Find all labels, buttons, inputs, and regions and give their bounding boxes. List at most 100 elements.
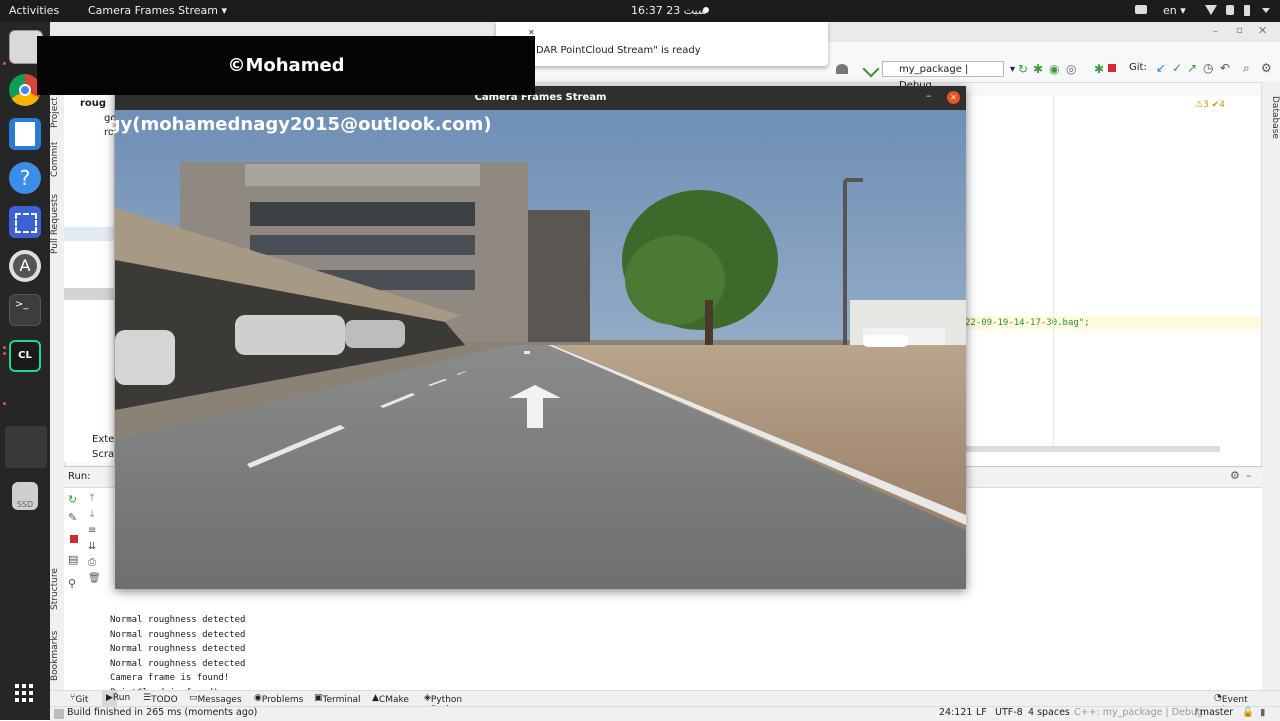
stop-icon[interactable]	[1108, 64, 1116, 72]
camera-close-icon[interactable]: ✕	[947, 91, 960, 104]
tab-commit[interactable]: Commit	[50, 136, 64, 182]
tab-terminal-label: Terminal	[322, 695, 361, 705]
file-encoding[interactable]: UTF-8	[995, 707, 1023, 718]
disk-label: SSD	[16, 500, 34, 509]
console-line: Normal roughness detected	[110, 629, 246, 640]
hide-panel-icon[interactable]: –	[1246, 469, 1252, 482]
console-output[interactable]: Normal roughness detected Normal roughne…	[110, 613, 245, 701]
clion-icon[interactable]: CL	[9, 340, 41, 372]
stop-icon[interactable]	[70, 535, 78, 543]
attach-icon[interactable]: ✱	[1094, 62, 1104, 76]
tab-messages[interactable]: ▭ Messages	[189, 693, 242, 705]
memory-indicator-icon[interactable]: ▮	[1260, 707, 1265, 718]
resolve-context[interactable]: C++: my_package | Debug	[1074, 707, 1203, 718]
layout-toggle-icon[interactable]	[54, 709, 64, 719]
wrench-icon[interactable]: ✎	[68, 511, 82, 531]
camera-minimize-icon[interactable]: –	[926, 89, 932, 102]
indent-setting[interactable]: 4 spaces	[1028, 707, 1070, 718]
tab-messages-label: Messages	[197, 695, 242, 705]
tab-cmake[interactable]: ▲ CMake	[372, 693, 409, 705]
close-icon[interactable]: ✕	[1258, 24, 1267, 37]
up-arrow-icon[interactable]: ↑	[88, 493, 102, 509]
maximize-icon[interactable]: ▫	[1236, 25, 1243, 36]
search-icon[interactable]: ⌕	[1243, 61, 1250, 76]
system-menu-icon[interactable]	[1262, 8, 1270, 13]
copyright-watermark: ©Mohamed Nagy(mohamednagy2015@outlook.co…	[37, 36, 535, 135]
inspection-widget[interactable]: ⚠3 ✔4	[1195, 100, 1225, 110]
app-grid-icon[interactable]	[15, 684, 35, 704]
user-icon[interactable]	[836, 64, 848, 74]
status-message[interactable]: Build finished in 265 ms (moments ago)	[67, 707, 257, 718]
tab-git-label: Git	[75, 695, 89, 705]
tab-database[interactable]: Database	[1262, 92, 1280, 142]
camera-frame-view	[115, 110, 966, 589]
minimize-icon[interactable]: –	[1213, 26, 1218, 37]
terminal-icon[interactable]: >_	[9, 294, 41, 326]
tab-todo-label: TODO	[151, 695, 178, 705]
scroll-end-icon[interactable]: ⇊	[88, 541, 102, 557]
console-line: Camera frame is found!	[110, 673, 230, 684]
line-ending[interactable]: LF	[976, 707, 987, 718]
git-push-icon[interactable]: ↗	[1187, 61, 1197, 75]
rerun-icon[interactable]: ↻	[68, 493, 82, 511]
clock[interactable]: 16:37 23 سبت	[631, 4, 707, 17]
tab-python-packages[interactable]: ◈ Python Packages	[424, 693, 473, 715]
help-icon[interactable]: ?	[9, 162, 41, 194]
volume-icon[interactable]	[1226, 5, 1234, 15]
screenshot-icon[interactable]	[9, 206, 41, 238]
lock-icon[interactable]: 🔓	[1242, 707, 1254, 718]
coverage-icon[interactable]: ◉	[1049, 62, 1059, 76]
language-selector[interactable]: en ▾	[1163, 4, 1186, 17]
horizontal-scrollbar[interactable]	[965, 446, 1220, 452]
delete-icon[interactable]: 🗑	[88, 573, 102, 589]
git-commit-icon[interactable]: ✓	[1172, 61, 1182, 75]
git-update-icon[interactable]: ↙	[1156, 61, 1166, 75]
print-icon[interactable]: ⎙	[88, 557, 102, 573]
tab-run[interactable]: ▶ Run	[102, 691, 130, 707]
soft-wrap-icon[interactable]: ≡	[88, 525, 102, 541]
wifi-icon[interactable]	[1205, 5, 1217, 15]
software-icon[interactable]: A	[9, 250, 41, 282]
git-label: Git:	[1129, 62, 1147, 73]
settings-icon[interactable]: ⚙	[1261, 61, 1272, 75]
pin-icon[interactable]: ⚲	[68, 577, 82, 599]
right-tool-strip: Database	[1261, 82, 1280, 692]
tab-cmake-label: CMake	[378, 695, 409, 705]
run-label: Run:	[68, 471, 91, 482]
git-branch[interactable]: ᚠ master	[1194, 707, 1233, 718]
run-config-selector[interactable]: my_package | Debug ▾	[882, 61, 1015, 91]
tab-terminal[interactable]: ▣ Terminal	[314, 693, 361, 705]
rerun-icon[interactable]: ↻	[1018, 62, 1028, 76]
disk-icon[interactable]: SSD	[12, 482, 38, 510]
down-arrow-icon[interactable]: ↓	[88, 509, 102, 525]
layout-icon[interactable]: ▤	[68, 553, 82, 577]
tab-problems[interactable]: ◉ Problems	[254, 693, 303, 705]
debug-icon[interactable]: ✱	[1033, 62, 1043, 76]
notification-popup[interactable]: ✕ DAR PointCloud Stream" is ready	[496, 22, 828, 66]
tab-structure[interactable]: Structure	[50, 564, 64, 614]
tab-event-log[interactable]: ◔ Event Log	[1214, 693, 1248, 715]
tab-pull-requests[interactable]: Pull Requests	[50, 190, 64, 258]
git-history-icon[interactable]: ◷	[1203, 61, 1213, 75]
chevron-down-icon: ▾	[1009, 64, 1015, 75]
app-icon[interactable]	[5, 426, 47, 468]
notification-dot-icon	[703, 7, 709, 13]
writer-icon[interactable]	[9, 118, 41, 150]
camera-window: Camera Frames Stream – ✕	[115, 86, 966, 589]
app-menu[interactable]: Camera Frames Stream ▾	[88, 4, 227, 17]
build-icon[interactable]	[862, 60, 880, 78]
profile-icon[interactable]: ◎	[1066, 62, 1076, 76]
tab-git[interactable]: ⑂ Git	[70, 693, 88, 705]
notification-text: DAR PointCloud Stream" is ready	[536, 45, 701, 56]
caret-position[interactable]: 24:121	[939, 707, 972, 718]
git-rollback-icon[interactable]: ↶	[1220, 61, 1230, 75]
tab-project[interactable]: Project	[50, 97, 64, 128]
activities-button[interactable]: Activities	[9, 4, 59, 17]
tab-todo[interactable]: ☰ TODO	[143, 693, 178, 705]
tab-bookmarks[interactable]: Bookmarks	[50, 628, 64, 684]
status-bar: Build finished in 265 ms (moments ago) 2…	[50, 706, 1280, 721]
code-string: 22-09-19-14-17-30.bag";	[965, 318, 1090, 328]
code-editor[interactable]: ⚠3 ✔4 22-09-19-14-17-30.bag";	[965, 96, 1260, 476]
battery-icon[interactable]	[1244, 5, 1250, 16]
gear-icon[interactable]: ⚙	[1230, 469, 1240, 482]
